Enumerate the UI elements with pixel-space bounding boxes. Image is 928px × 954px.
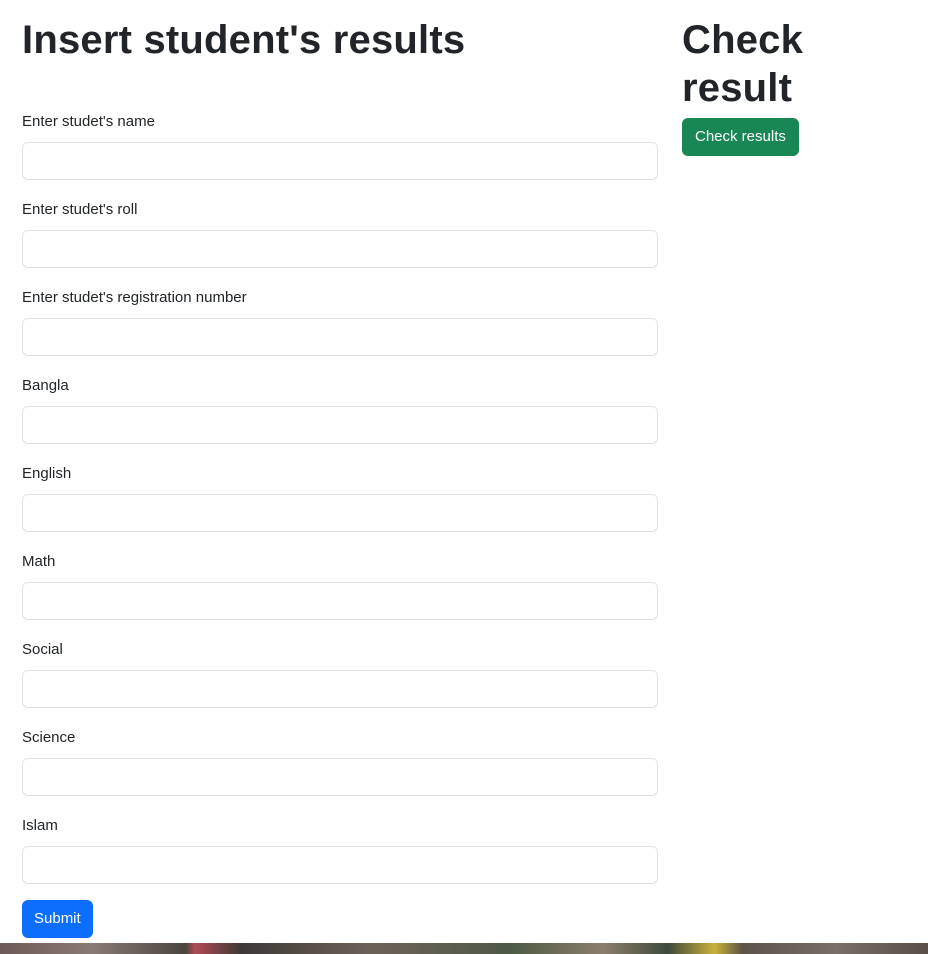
check-result-title: Check result — [682, 18, 804, 110]
english-label: English — [22, 465, 72, 482]
math-label: Math — [22, 553, 56, 570]
field-registration-number: Enter studet's registration number — [22, 288, 658, 356]
check-results-button[interactable]: Check results — [682, 118, 799, 156]
check-result-section: Check result Check results — [682, 0, 922, 156]
background-image-strip — [0, 943, 928, 954]
field-student-name: Enter studet's name — [22, 112, 658, 180]
submit-button[interactable]: Submit — [22, 900, 93, 938]
insert-results-title: Insert student's results — [22, 18, 466, 62]
student-roll-label: Enter studet's roll — [22, 201, 138, 218]
science-input[interactable] — [22, 758, 658, 796]
field-english: English — [22, 464, 658, 532]
social-input[interactable] — [22, 670, 658, 708]
math-input[interactable] — [22, 582, 658, 620]
islam-input[interactable] — [22, 846, 658, 884]
field-islam: Islam — [22, 816, 658, 884]
registration-number-label: Enter studet's registration number — [22, 289, 247, 306]
insert-results-section: Insert student's results Enter studet's … — [22, 0, 658, 938]
bangla-label: Bangla — [22, 377, 69, 394]
insert-results-form: Enter studet's name Enter studet's roll … — [22, 112, 658, 938]
islam-label: Islam — [22, 817, 58, 834]
field-bangla: Bangla — [22, 376, 658, 444]
field-math: Math — [22, 552, 658, 620]
student-roll-input[interactable] — [22, 230, 658, 268]
field-social: Social — [22, 640, 658, 708]
social-label: Social — [22, 641, 63, 658]
field-student-roll: Enter studet's roll — [22, 200, 658, 268]
student-name-input[interactable] — [22, 142, 658, 180]
registration-number-input[interactable] — [22, 318, 658, 356]
bangla-input[interactable] — [22, 406, 658, 444]
student-name-label: Enter studet's name — [22, 113, 155, 130]
field-science: Science — [22, 728, 658, 796]
english-input[interactable] — [22, 494, 658, 532]
science-label: Science — [22, 729, 76, 746]
